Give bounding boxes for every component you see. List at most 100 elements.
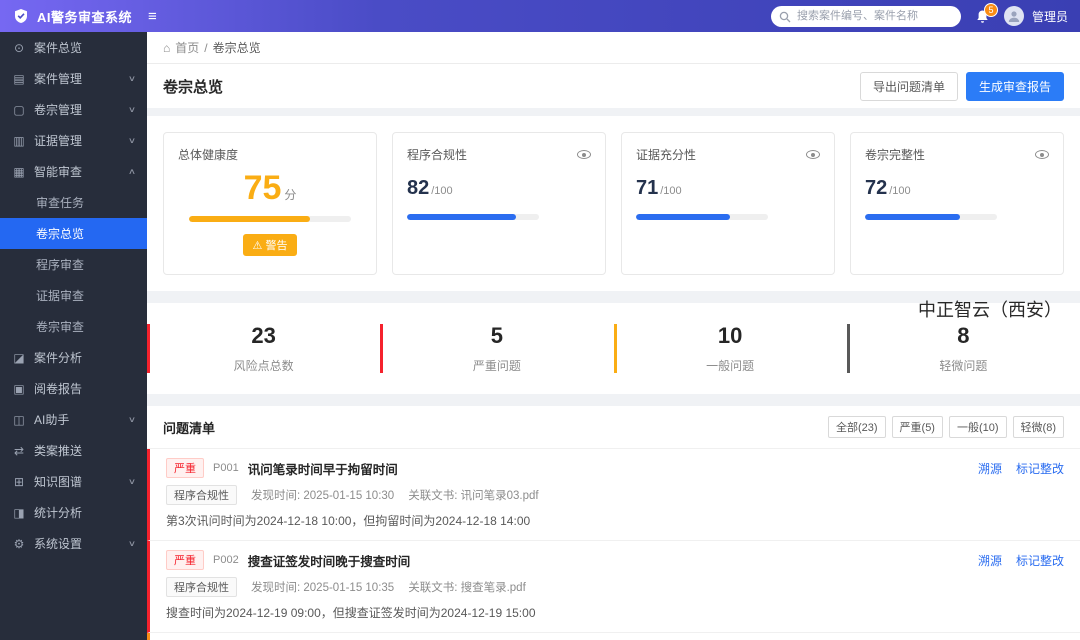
mark-rectified-link[interactable]: 标记整改 [1016, 460, 1064, 477]
issue-filters: 全部(23) 严重(5) 一般(10) 轻微(8) [827, 416, 1064, 438]
eye-icon[interactable] [1035, 150, 1049, 159]
push-icon: ⇄ [13, 443, 25, 458]
trace-link[interactable]: 溯源 [978, 552, 1002, 569]
sidebar-item-label: 知识图谱 [34, 475, 83, 489]
issue-title: 搜查证签发时间晚于搜查时间 [247, 554, 411, 569]
related-doc: 关联文书: 搜查笔录.pdf [408, 582, 526, 594]
metric-score-total: /100 [660, 185, 682, 197]
chevron-down-icon: ∨ [127, 136, 137, 145]
sidebar-item-label: 案件管理 [34, 72, 83, 86]
metric-score-value: 71 [636, 177, 659, 199]
metric-card: 卷宗完整性 72/100 [850, 132, 1064, 275]
sidebar-subitem-label: 卷宗总览 [36, 227, 85, 241]
sidebar-item-label: 案件分析 [34, 351, 83, 365]
metric-title: 卷宗完整性 [865, 148, 926, 162]
issues-title: 问题清单 [163, 420, 216, 436]
sidebar-item-label: 案件总览 [34, 41, 83, 55]
breadcrumb-home[interactable]: 首页 [175, 39, 199, 56]
stat-value: 23 [251, 323, 276, 348]
warning-badge[interactable]: ⚠ 警告 [242, 234, 298, 256]
sidebar-item-label: 阅卷报告 [34, 382, 83, 396]
sidebar-subitem[interactable]: 卷宗总览 [0, 218, 147, 249]
health-progress-track [189, 216, 351, 222]
sidebar-menu: ⊙ 案件总览 ▤ 案件管理 ∨ ▢ 卷宗管理 ∨ ▥ 证据管理 ∨ ▦ 智能审查 ∧ 审查任务卷宗总览程序审… [0, 32, 147, 559]
stat-label: 一般问题 [706, 359, 755, 373]
stat-item: 5 严重问题 [380, 319, 613, 378]
sidebar-subitem[interactable]: 卷宗审查 [0, 311, 147, 342]
related-doc: 关联文书: 讯问笔录03.pdf [408, 490, 539, 502]
stat-value: 10 [717, 323, 743, 348]
metric-title: 程序合规性 [407, 148, 468, 162]
eye-icon[interactable] [577, 150, 591, 159]
sidebar-item[interactable]: ▥ 证据管理 ∨ [0, 125, 147, 156]
assistant-icon: ◫ [13, 412, 25, 427]
sidebar-item[interactable]: ⊞ 知识图谱 ∨ [0, 466, 147, 497]
breadcrumb-current: 卷宗总览 [212, 41, 261, 55]
notifications-button[interactable]: 5 [975, 2, 998, 24]
sidebar-item[interactable]: ◨ 统计分析 [0, 497, 147, 528]
filter-pill[interactable]: 一般(10) [948, 416, 1007, 438]
stat-item: 23 风险点总数 [147, 319, 380, 378]
sidebar-item[interactable]: ⚙ 系统设置 ∨ [0, 528, 147, 559]
dossier-icon: ▢ [13, 102, 25, 117]
sidebar-item[interactable]: ◫ AI助手 ∨ [0, 404, 147, 435]
stat-value: 5 [490, 323, 503, 348]
eye-icon[interactable] [806, 150, 820, 159]
case-folder-icon: ▤ [13, 71, 25, 86]
sidebar-item[interactable]: ▤ 案件管理 ∨ [0, 63, 147, 94]
sidebar-subitem[interactable]: 程序审查 [0, 249, 147, 280]
sidebar-item[interactable]: ▢ 卷宗管理 ∨ [0, 94, 147, 125]
sidebar-item[interactable]: ⊙ 案件总览 [0, 32, 147, 63]
generate-report-button[interactable]: 生成审查报告 [965, 71, 1064, 101]
score-cards-panel: 总体健康度 75 分 ⚠ 警告 程序合规性 82/100 证据充分性 71/100 卷宗完… [147, 116, 1080, 291]
settings-icon: ⚙ [13, 536, 25, 551]
stat-accent-bar [613, 323, 617, 374]
sidebar-subitem[interactable]: 证据审查 [0, 280, 147, 311]
filter-pill[interactable]: 全部(23) [827, 416, 886, 438]
sidebar-item-label: AI助手 [34, 413, 70, 427]
sidebar-item[interactable]: ◪ 案件分析 [0, 342, 147, 373]
trace-link[interactable]: 溯源 [978, 460, 1002, 477]
stat-item: 8 轻微问题 [846, 319, 1080, 378]
issue-list: 严重 P001 讯问笔录时间早于拘留时间 溯源 标记整改 程序合规性 发现时间: 2025-… [147, 449, 1080, 640]
evidence-icon: ▥ [13, 133, 25, 148]
filter-pill[interactable]: 严重(5) [891, 416, 943, 438]
sidebar-item[interactable]: ▣ 阅卷报告 [0, 373, 147, 404]
sidebar-item[interactable]: ⇄ 类案推送 [0, 435, 147, 466]
metric-card: 证据充分性 71/100 [621, 132, 835, 275]
breadcrumb: ⌂ 首页 / 卷宗总览 [147, 32, 1080, 64]
page-title: 卷宗总览 [163, 78, 224, 96]
user-name[interactable]: 管理员 [1032, 8, 1068, 25]
chevron-down-icon: ∨ [127, 74, 137, 83]
metric-title: 证据充分性 [636, 148, 697, 162]
export-issues-button[interactable]: 导出问题清单 [859, 71, 958, 101]
warning-icon: ⚠ [252, 240, 263, 252]
metric-progress-bar [636, 214, 731, 220]
app-title: AI警务审查系统 [37, 9, 133, 25]
sidebar-item-label: 统计分析 [34, 506, 83, 520]
health-title: 总体健康度 [178, 148, 239, 162]
metric-progress-track [636, 214, 769, 220]
sidebar-subitem[interactable]: 审查任务 [0, 187, 147, 218]
issue-item: 一般P003供述前后矛盾溯源标记整改 [147, 633, 1080, 640]
hamburger-menu-icon[interactable]: ≡ [148, 9, 157, 24]
issue-item: 严重 P002 搜查证签发时间晚于搜查时间 溯源 标记整改 程序合规性 发现时间: 2025… [147, 541, 1080, 633]
avatar[interactable] [1003, 6, 1024, 26]
mark-rectified-link[interactable]: 标记整改 [1016, 552, 1064, 569]
sidebar-item-label: 证据管理 [34, 134, 83, 148]
sidebar-item[interactable]: ▦ 智能审查 ∧ [0, 156, 147, 187]
search-icon [779, 11, 791, 22]
issues-panel: 问题清单 全部(23) 严重(5) 一般(10) 轻微(8) 严重 P001 讯问笔录时间… [147, 406, 1080, 640]
metric-score-value: 82 [407, 177, 430, 199]
user-icon [1008, 11, 1020, 22]
stat-value: 8 [957, 323, 970, 348]
chevron-down-icon: ∨ [127, 539, 137, 548]
notification-badge: 5 [983, 2, 998, 17]
sidebar-subitem-label: 程序审查 [36, 258, 85, 272]
search-input[interactable] [770, 5, 961, 27]
issue-title: 讯问笔录时间早于拘留时间 [247, 462, 398, 477]
found-time: 发现时间: 2025-01-15 10:30 [251, 490, 395, 502]
health-progress-bar [189, 216, 311, 222]
filter-pill[interactable]: 轻微(8) [1012, 416, 1064, 438]
health-score-value: 75 [243, 169, 282, 207]
